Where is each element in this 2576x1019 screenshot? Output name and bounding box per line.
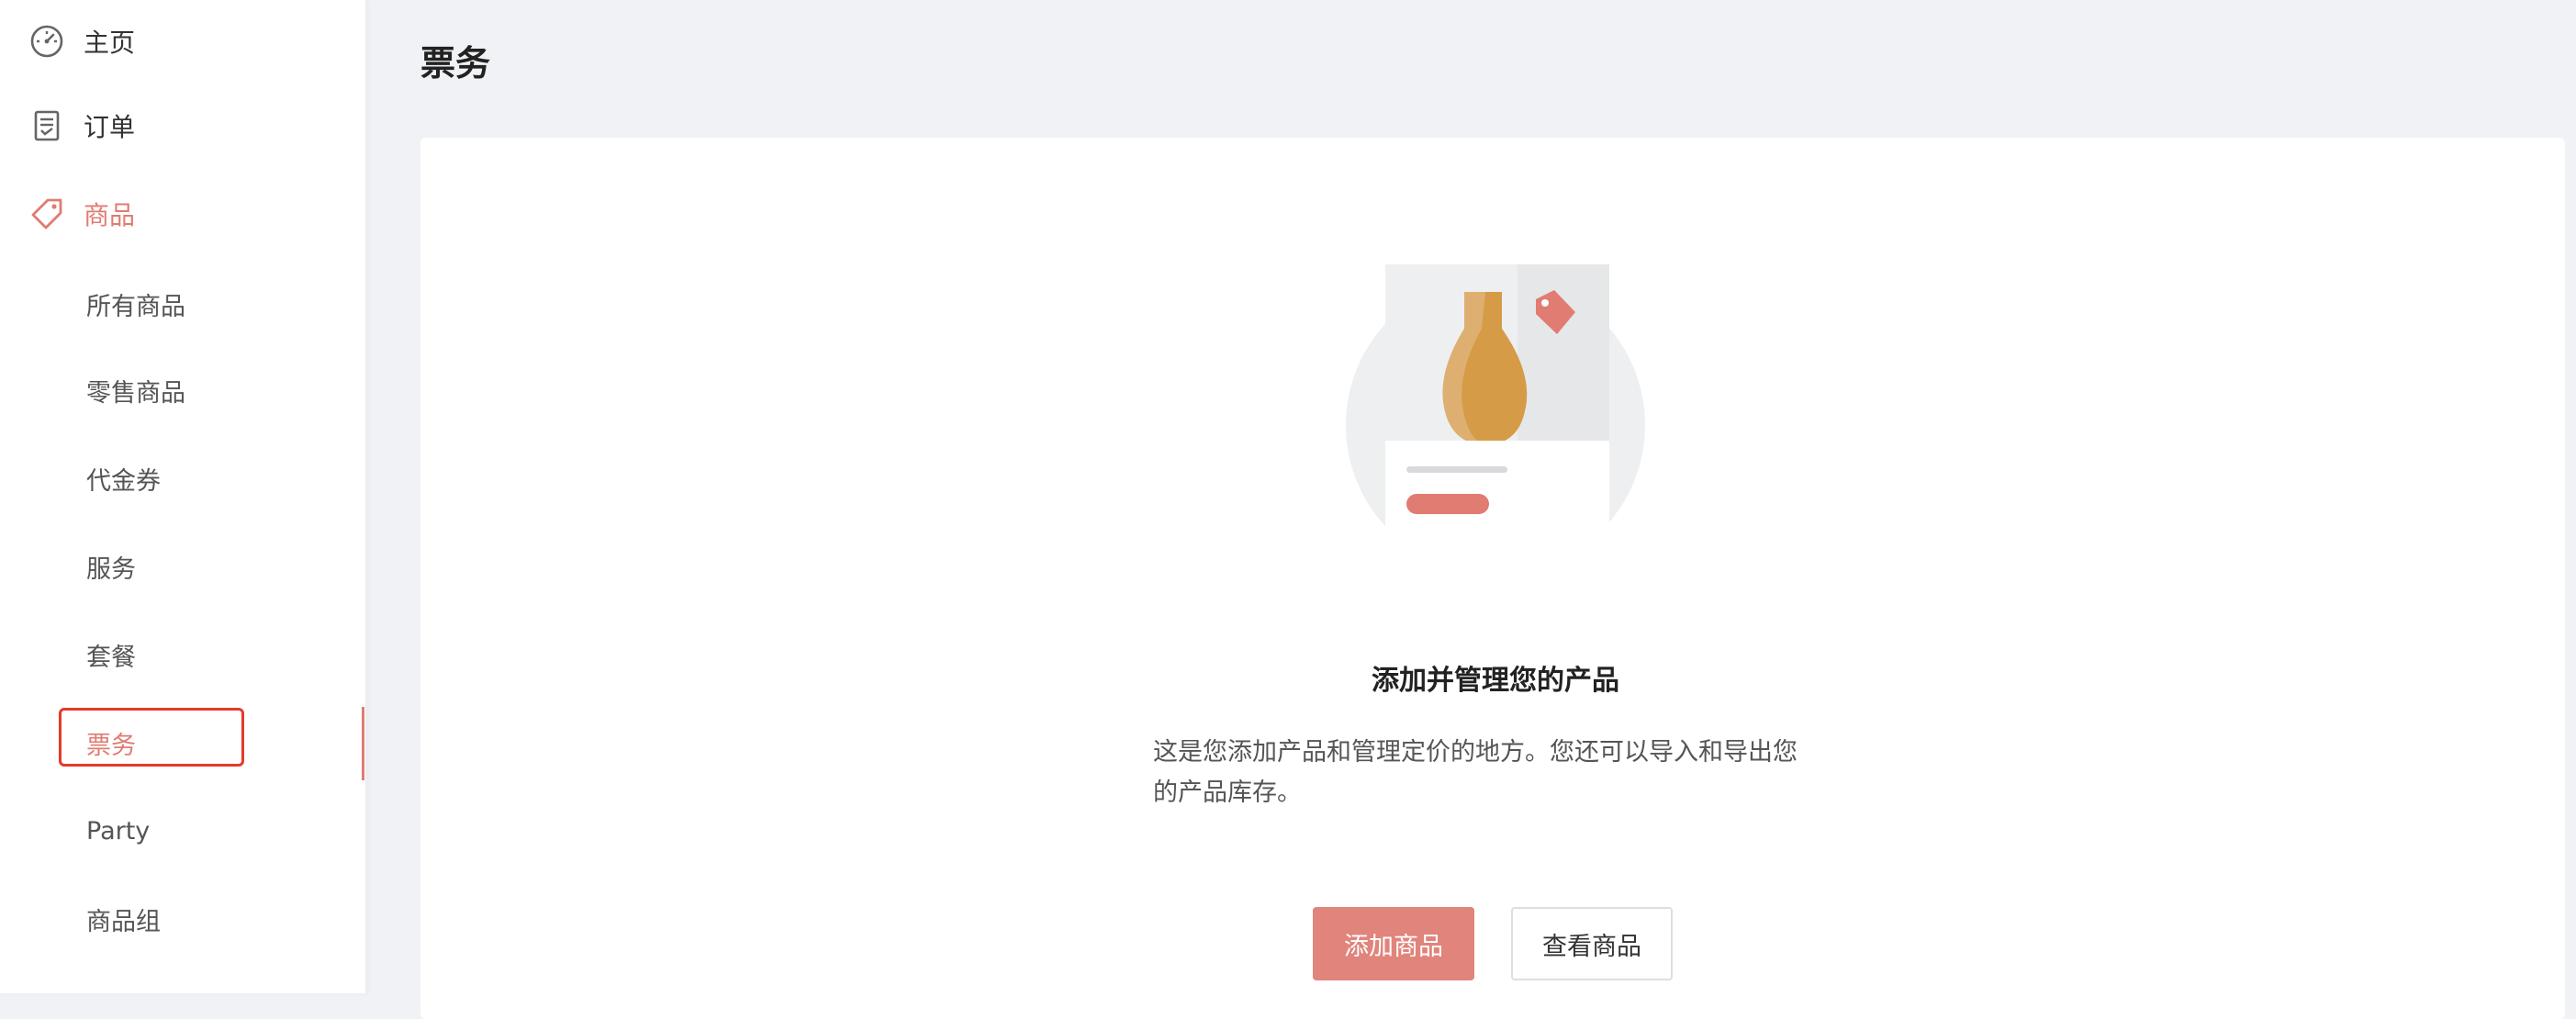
sub-item-label: 零售商品 (86, 378, 185, 408)
sub-item-product-groups[interactable]: 商品组 (0, 878, 365, 960)
sub-item-label: 服务 (86, 554, 136, 584)
empty-state-description: 这是您添加产品和管理定价的地方。您还可以导入和导出您 的产品库存。 (1153, 733, 1832, 813)
sub-item-packages[interactable]: 套餐 (0, 613, 365, 696)
selection-highlight (59, 708, 244, 767)
order-icon (28, 106, 66, 145)
sub-item-label: 所有商品 (86, 292, 185, 321)
nav-item-label: 主页 (84, 28, 136, 58)
sub-item-label: 代金券 (86, 466, 161, 496)
add-product-button[interactable]: 添加商品 (1313, 907, 1474, 980)
sub-item-label: 套餐 (86, 643, 136, 672)
description-line-1: 这是您添加产品和管理定价的地方。您还可以导入和导出您 (1153, 738, 1798, 767)
active-indicator (362, 707, 364, 780)
sub-item-party[interactable]: Party (0, 789, 365, 872)
nav-item-orders[interactable]: 订单 (0, 84, 365, 167)
sub-item-label: Party (86, 816, 151, 845)
view-products-button[interactable]: 查看商品 (1511, 907, 1673, 980)
sub-item-services[interactable]: 服务 (0, 525, 365, 608)
empty-state-title: 添加并管理您的产品 (1372, 665, 1619, 697)
dashboard-icon (28, 22, 66, 61)
sub-item-all-products[interactable]: 所有商品 (0, 263, 365, 345)
nav-item-label: 订单 (84, 112, 136, 142)
empty-product-illustration (1346, 264, 1645, 577)
nav-item-products[interactable]: 商品 (0, 173, 365, 255)
sub-item-retail-products[interactable]: 零售商品 (0, 349, 365, 431)
tag-icon (28, 195, 66, 233)
page-title: 票务 (420, 43, 491, 84)
sub-item-label: 商品组 (86, 907, 161, 936)
description-line-2: 的产品库存。 (1153, 778, 1302, 807)
nav-item-home[interactable]: 主页 (0, 0, 365, 83)
sub-item-vouchers[interactable]: 代金券 (0, 437, 365, 520)
sidebar: 主页 订单 商品 所有商品 零售商品 代金券 服务 套餐 票务 Party 商品… (0, 0, 366, 993)
nav-item-label: 商品 (84, 200, 136, 230)
